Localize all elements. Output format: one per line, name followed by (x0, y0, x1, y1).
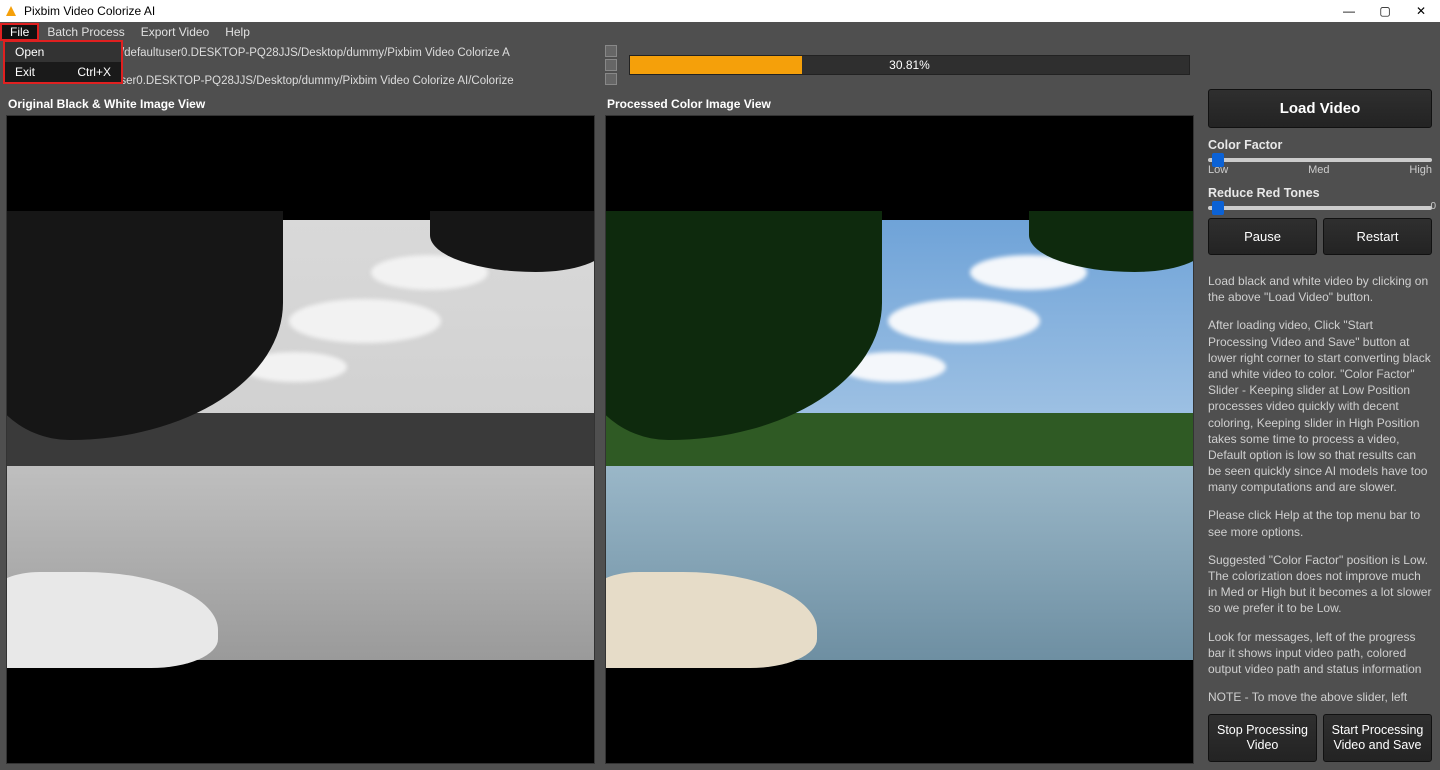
reduce-red-slider[interactable]: 0 (1208, 206, 1432, 210)
restart-button[interactable]: Restart (1323, 218, 1432, 255)
original-view-label: Original Black & White Image View (6, 89, 595, 115)
workspace: Original Black & White Image View Proces… (0, 89, 1440, 770)
menubar: File Batch Process Export Video Help (0, 22, 1440, 41)
cf-tick-high: High (1409, 164, 1432, 176)
progress-percent: 30.81% (889, 58, 930, 72)
processed-viewport (605, 115, 1194, 764)
reduce-red-knob[interactable] (1212, 201, 1224, 215)
original-view-column: Original Black & White Image View (6, 89, 595, 764)
reduce-red-end-label: 0 (1430, 201, 1436, 212)
views-container: Original Black & White Image View Proces… (0, 89, 1200, 770)
help-p1: Load black and white video by clicking o… (1208, 273, 1432, 305)
app-logo-icon (4, 4, 18, 18)
scroll-up-icon[interactable] (605, 45, 617, 57)
pause-button[interactable]: Pause (1208, 218, 1317, 255)
scroll-down-icon[interactable] (605, 73, 617, 85)
window-title: Pixbim Video Colorize AI (24, 4, 1340, 18)
cf-tick-med: Med (1308, 164, 1329, 176)
processed-view-label: Processed Color Image View (605, 89, 1194, 115)
stop-processing-button[interactable]: Stop Processing Video (1208, 714, 1317, 762)
file-dropdown: Open Exit Ctrl+X (3, 40, 123, 84)
processed-view-column: Processed Color Image View (605, 89, 1194, 764)
menu-item-open[interactable]: Open (5, 42, 121, 62)
help-p4: Suggested "Color Factor" position is Low… (1208, 552, 1432, 617)
status-scroll-buttons[interactable] (605, 45, 619, 85)
reduce-red-label: Reduce Red Tones (1208, 186, 1432, 200)
progress-fill (630, 56, 802, 74)
menu-file[interactable]: File (0, 23, 39, 41)
menu-help[interactable]: Help (217, 23, 258, 41)
original-viewport (6, 115, 595, 764)
infobar: white video is C:/Users/defaultuser0.DES… (0, 41, 1440, 89)
help-p3: Please click Help at the top menu bar to… (1208, 507, 1432, 539)
menu-item-open-label: Open (15, 45, 44, 59)
maximize-icon[interactable]: ▢ (1376, 4, 1394, 18)
minimize-icon[interactable]: — (1340, 4, 1358, 18)
color-factor-slider[interactable] (1208, 158, 1432, 162)
menu-item-exit-label: Exit (15, 65, 35, 79)
scroll-thumb-icon[interactable] (605, 59, 617, 71)
menu-export-video[interactable]: Export Video (133, 23, 218, 41)
help-text: Load black and white video by clicking o… (1208, 263, 1432, 706)
help-p6: NOTE - To move the above slider, left cl… (1208, 689, 1432, 706)
menu-batch-process[interactable]: Batch Process (39, 23, 132, 41)
help-p2: After loading video, Click "Start Proces… (1208, 317, 1432, 495)
side-panel: Load Video Color Factor Low Med High Red… (1200, 89, 1440, 770)
menu-item-exit-shortcut: Ctrl+X (77, 65, 111, 79)
color-factor-label: Color Factor (1208, 138, 1432, 152)
load-video-button[interactable]: Load Video (1208, 89, 1432, 128)
start-processing-button[interactable]: Start Processing Video and Save (1323, 714, 1432, 762)
menu-item-exit[interactable]: Exit Ctrl+X (5, 62, 121, 82)
color-factor-ticks: Low Med High (1208, 164, 1432, 176)
close-icon[interactable]: ✕ (1412, 4, 1430, 18)
titlebar: Pixbim Video Colorize AI — ▢ ✕ (0, 0, 1440, 22)
color-factor-knob[interactable] (1212, 153, 1224, 167)
progress-bar: 30.81% (629, 55, 1190, 75)
help-p5: Look for messages, left of the progress … (1208, 629, 1432, 678)
